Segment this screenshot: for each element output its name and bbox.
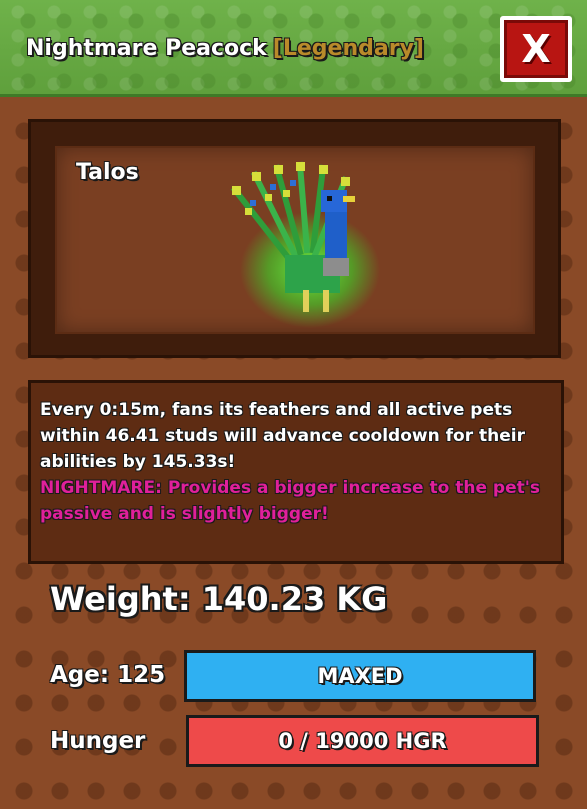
rarity-label: [Legendary] [272,36,424,61]
ability-description: Every 0:15m, fans its feathers and all a… [40,400,525,472]
peacock-pet-icon [230,161,380,328]
pet-name: Talos [76,160,139,185]
age-label: Age: 125 [50,662,166,688]
age-bar: MAXED [184,650,536,702]
weight-stat: Weight: 140.23 KG [50,580,388,618]
pet-title: Nightmare Peacock [Legendary] [26,36,424,61]
description-text: Every 0:15m, fans its feathers and all a… [40,397,560,527]
close-button[interactable]: X [500,16,572,82]
mutation-description: NIGHTMARE: Provides a bigger increase to… [40,478,541,524]
hunger-bar: 0 / 19000 HGR [186,715,539,767]
pet-species: Nightmare Peacock [26,36,267,61]
hunger-label: Hunger [50,728,146,754]
